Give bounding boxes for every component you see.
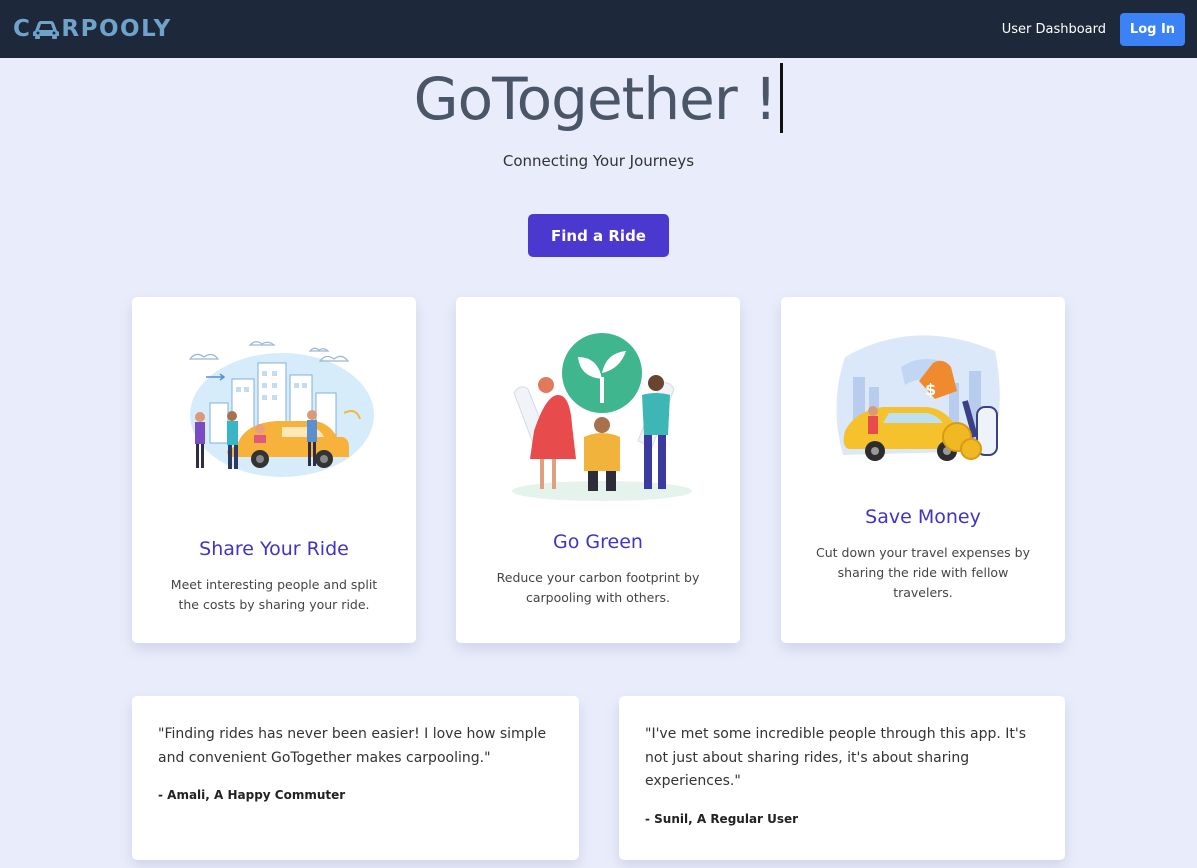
feature-title: Go Green [553,531,643,553]
typing-caret [780,63,784,133]
carpooly-logo[interactable]: C RPOOLY [13,16,172,42]
go-green-illustration [512,333,692,501]
feature-description: Cut down your travel expenses by sharing… [816,545,1030,600]
testimonial-author: - Amali, A Happy Commuter [158,788,346,802]
testimonial-quote: "I've met some incredible people through… [645,726,1027,789]
testimonial-card: "I've met some incredible people through… [619,696,1065,860]
share-ride-illustration [188,341,374,477]
feature-description: Reduce your carbon footprint by carpooli… [496,570,700,605]
logo-text-end: RPOOLY [61,16,172,42]
testimonial-card: "Finding rides has never been easier! I … [132,696,579,860]
feature-description: Meet interesting people and split the co… [170,577,378,612]
save-money-illustration: $ [836,335,1000,461]
svg-text:$: $ [925,380,936,399]
feature-title: Save Money [865,506,981,528]
navbar: C RPOOLY User Dashboard Log In [0,0,1197,58]
testimonial-author: - Sunil, A Regular User [645,811,799,826]
feature-card-save-money: $ Save Money Cut down your travel expens… [781,297,1065,643]
feature-card-share-ride: Share Your Ride Meet interesting people … [132,297,416,643]
hero-title: GoTogether ! [413,65,778,133]
feature-card-go-green: Go Green Reduce your carbon footprint by… [456,297,740,643]
user-dashboard-link[interactable]: User Dashboard [1002,22,1106,37]
find-a-ride-button[interactable]: Find a Ride [528,214,669,257]
login-button[interactable]: Log In [1120,12,1185,46]
hero-tagline: Connecting Your Journeys [502,152,695,170]
car-icon [33,21,60,39]
logo-text-start: C [13,16,32,42]
hero-title-wrapper: GoTogether ! [0,63,1197,133]
nav-actions: User Dashboard Log In [1002,12,1185,46]
feature-title: Share Your Ride [199,538,349,560]
testimonial-quote: "Finding rides has never been easier! I … [158,726,547,766]
